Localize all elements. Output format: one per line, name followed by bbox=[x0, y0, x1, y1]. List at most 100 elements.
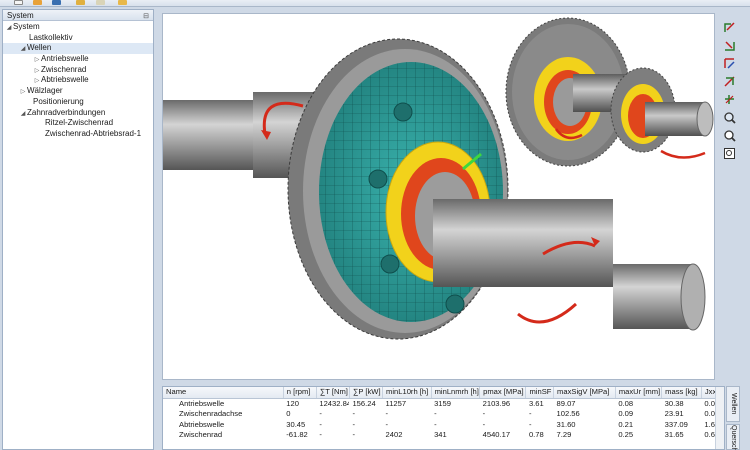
3d-viewport[interactable] bbox=[162, 13, 715, 380]
system-tree-panel: System ⊟ ◢ System Lastkollektiv ◢ Wellen ▷… bbox=[2, 9, 154, 450]
abtriebswelle-shaft bbox=[433, 199, 706, 331]
table-cell: 156.24 bbox=[352, 398, 376, 408]
table-cell: 0.08 bbox=[618, 398, 634, 408]
table-cell: - bbox=[434, 409, 437, 418]
zoom-out-icon[interactable] bbox=[723, 129, 736, 142]
table-cell: - bbox=[528, 409, 532, 418]
tree-panel-header: System ⊟ bbox=[3, 10, 153, 21]
tree-item-label: Wellen bbox=[27, 43, 52, 53]
open-icon[interactable] bbox=[33, 0, 42, 5]
table-cell: 0.09 bbox=[618, 409, 634, 418]
column-header[interactable]: pmax [MPa] bbox=[479, 387, 527, 399]
tree-item-antriebswelle[interactable]: ▷ Antriebswelle bbox=[3, 54, 153, 65]
column-header[interactable]: minSF bbox=[525, 387, 555, 399]
tab-wellen[interactable]: Wellen bbox=[726, 386, 740, 422]
column-header[interactable]: ∑P [kW] bbox=[349, 387, 384, 399]
column-header[interactable]: maxUr [mm] bbox=[615, 387, 663, 399]
view-front-icon[interactable] bbox=[723, 21, 736, 34]
column-header[interactable]: mass [kg] bbox=[661, 387, 702, 399]
tree-item-abtriebswelle[interactable]: ▷ Abtriebswelle bbox=[3, 75, 153, 86]
tree-item-label: Ritzel-Zwischenrad bbox=[45, 118, 114, 128]
table-cell: 2402 bbox=[385, 430, 403, 439]
table-cell: - bbox=[385, 419, 389, 429]
table-row[interactable]: Abtriebswelle 30.45 - - - - - - 31.60 0.… bbox=[163, 420, 724, 431]
table-cell: - bbox=[434, 419, 437, 429]
table-cell: 120 bbox=[286, 398, 299, 408]
table-cell: Antriebswelle bbox=[179, 398, 225, 408]
table-cell: - bbox=[528, 419, 532, 429]
column-header[interactable]: Name bbox=[163, 387, 284, 399]
tree-item-label: Antriebswelle bbox=[41, 54, 89, 64]
tree-item-label: Zwischenrad bbox=[41, 64, 87, 74]
settings-icon[interactable] bbox=[76, 0, 85, 5]
column-header[interactable]: ∑T [Nm] bbox=[316, 387, 350, 399]
table-cell: - bbox=[352, 430, 355, 439]
table-cell: 89.07 bbox=[556, 398, 576, 408]
table-cell: -61.82 bbox=[286, 430, 308, 439]
system-tree: ◢ System Lastkollektiv ◢ Wellen ▷ Antriebsw… bbox=[3, 21, 153, 140]
help-icon[interactable] bbox=[118, 0, 127, 5]
tree-item-system[interactable]: ◢ System bbox=[3, 22, 153, 33]
results-table: Name n [rpm] ∑T [Nm] ∑P [kW] minL10rh [h… bbox=[163, 387, 724, 441]
table-cell: 341 bbox=[434, 430, 447, 439]
table-cell: 30.45 bbox=[286, 419, 306, 429]
tree-item-zwischenrad-abtriebsrad-1[interactable]: Zwischenrad-Abtriebsrad-1 bbox=[3, 129, 153, 140]
column-header[interactable]: maxSigV [MPa] bbox=[553, 387, 616, 399]
tree-item-label: Zahnradverbindungen bbox=[27, 107, 106, 117]
table-cell: 12432.84 bbox=[319, 398, 350, 408]
zoom-icon[interactable] bbox=[723, 111, 736, 124]
table-cell: 31.65 bbox=[664, 430, 684, 439]
column-header[interactable]: n [rpm] bbox=[283, 387, 317, 399]
save-icon[interactable] bbox=[52, 0, 61, 5]
tree-item-positionierung[interactable]: Positionierung bbox=[3, 97, 153, 108]
table-scrollbar[interactable] bbox=[715, 387, 724, 449]
main-gear bbox=[287, 38, 509, 340]
tree-item-wellen[interactable]: ◢ Wellen bbox=[3, 43, 153, 55]
table-cell: - bbox=[319, 409, 322, 418]
table-cell: 30.38 bbox=[664, 398, 684, 408]
view-bottom-icon[interactable] bbox=[723, 75, 736, 88]
tree-item-label: Lastkollektiv bbox=[29, 32, 73, 42]
tree-panel-title: System bbox=[7, 11, 34, 20]
table-cell: 0.25 bbox=[618, 430, 634, 439]
table-cell: 2103.96 bbox=[482, 398, 511, 408]
column-header[interactable]: minLnmrh [h] bbox=[431, 387, 481, 399]
table-cell: 102.56 bbox=[556, 409, 580, 418]
table-row[interactable]: Zwischenradachse 0 - - - - - - 102.56 0.… bbox=[163, 409, 724, 420]
table-cell: - bbox=[352, 419, 355, 429]
view-left-icon[interactable] bbox=[723, 93, 736, 106]
tree-item-zwischenrad[interactable]: ▷ Zwischenrad bbox=[3, 65, 153, 76]
tree-item-ritzel-zwischenrad[interactable]: Ritzel-Zwischenrad bbox=[3, 118, 153, 129]
tree-item-zahnradverbindungen[interactable]: ◢ Zahnradverbindungen bbox=[3, 108, 153, 119]
tree-item-label: Abtriebswelle bbox=[41, 75, 89, 85]
gear-assembly-render bbox=[163, 17, 714, 340]
table-cell: - bbox=[352, 409, 355, 418]
export-icon[interactable] bbox=[96, 0, 105, 5]
tree-item-lastkollektiv[interactable]: Lastkollektiv bbox=[3, 33, 153, 44]
table-cell: - bbox=[319, 419, 322, 429]
tree-item-label: Wälzlager bbox=[27, 86, 63, 96]
results-table-panel: Name n [rpm] ∑T [Nm] ∑P [kW] minL10rh [h… bbox=[162, 386, 725, 450]
tree-item-label: System bbox=[13, 22, 40, 31]
table-row[interactable]: Antriebswelle 120 12432.84 156.24 11257 … bbox=[163, 398, 724, 409]
table-cell: 23.91 bbox=[664, 409, 684, 418]
table-cell: 4540.17 bbox=[482, 430, 511, 439]
zoom-fit-icon[interactable] bbox=[723, 147, 736, 160]
table-cell: 337.09 bbox=[664, 419, 688, 429]
table-row[interactable]: Zwischenrad -61.82 - - 2402 341 4540.17 … bbox=[163, 430, 724, 441]
tree-item-waelzlager[interactable]: ▷ Wälzlager bbox=[3, 86, 153, 97]
table-cell: 0.78 bbox=[528, 430, 544, 439]
table-cell: Zwischenrad bbox=[179, 430, 223, 439]
tab-quersch[interactable]: Quersch bbox=[726, 424, 740, 450]
table-cell: 0.21 bbox=[618, 419, 634, 429]
view-back-icon[interactable] bbox=[723, 39, 736, 52]
tree-item-label: Positionierung bbox=[33, 96, 84, 106]
pin-icon[interactable]: ⊟ bbox=[143, 11, 149, 22]
table-cell: - bbox=[482, 419, 486, 429]
table-cell: 3.61 bbox=[528, 398, 544, 408]
column-header[interactable]: minL10rh [h] bbox=[382, 387, 432, 399]
table-cell: - bbox=[482, 409, 486, 418]
toolbar bbox=[0, 0, 750, 7]
new-icon[interactable] bbox=[14, 0, 23, 5]
view-top-icon[interactable] bbox=[723, 57, 736, 70]
